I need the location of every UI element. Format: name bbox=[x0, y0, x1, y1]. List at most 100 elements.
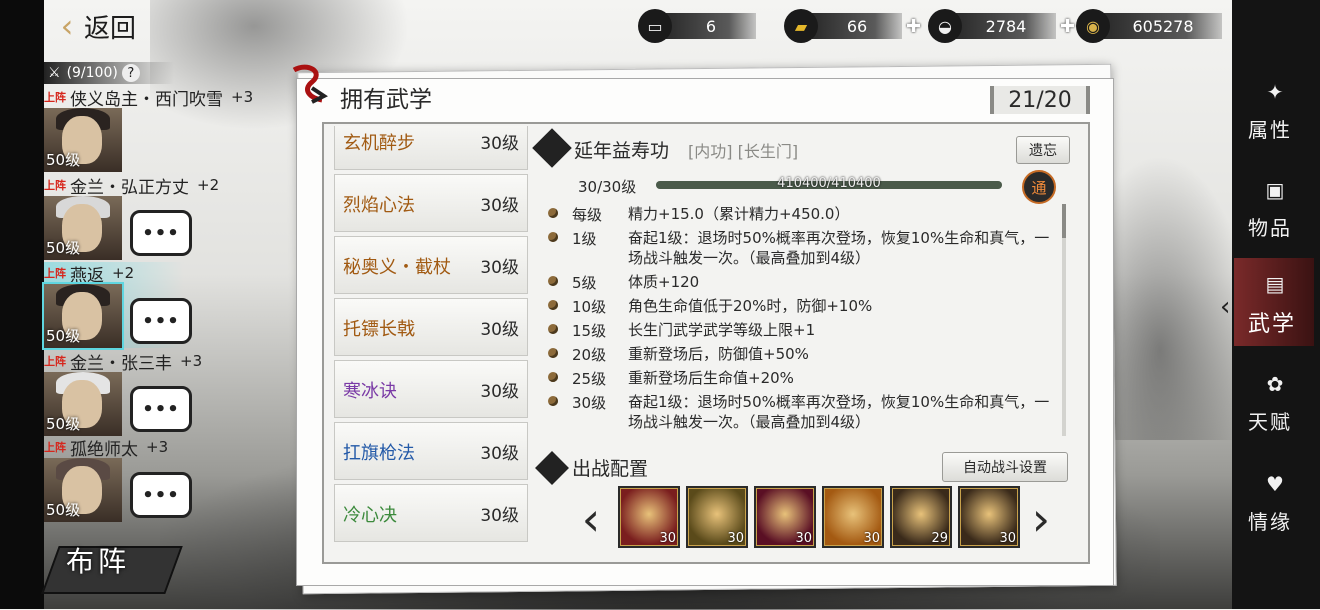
brush-swirl-icon bbox=[292, 64, 328, 104]
chevron-right-icon[interactable]: › bbox=[1030, 494, 1052, 544]
mastery-badge: 通 bbox=[1022, 170, 1056, 204]
branch-icon: ✿ bbox=[1266, 372, 1284, 396]
hero-name: 金兰・弘正方丈 bbox=[70, 177, 189, 198]
tab-martial-arts[interactable]: ▤ 武学 bbox=[1234, 258, 1314, 346]
chevron-left-icon[interactable]: ‹ bbox=[580, 494, 602, 544]
martial-art-item[interactable]: 寒冰诀 30级 bbox=[334, 360, 528, 418]
scroll-book-icon: ▤ bbox=[1265, 272, 1285, 296]
forget-button[interactable]: 遗忘 bbox=[1016, 136, 1070, 164]
resource-gold: ▰ 66 ✚ bbox=[784, 8, 926, 44]
detail-tags: [内功] [长生门] bbox=[688, 142, 799, 161]
hero-name: 燕返 bbox=[70, 265, 104, 286]
martial-art-level: 30级 bbox=[480, 506, 519, 526]
martial-art-item[interactable]: 玄机醉步 30级 bbox=[334, 126, 528, 170]
coin-icon: ◉ bbox=[1076, 9, 1110, 43]
martial-arts-list[interactable]: 玄机醉步 30级 烈焰心法 30级 秘奥义・截杖 30级 托镖长戟 30级 寒冰… bbox=[330, 126, 530, 556]
hero-card[interactable]: 上阵 金兰・张三丰 +3 50级 ••• bbox=[44, 350, 294, 436]
bullet-icon bbox=[548, 396, 558, 406]
tab-items[interactable]: ▣ 物品 bbox=[1234, 164, 1314, 252]
chat-bubble-icon[interactable]: ••• bbox=[130, 386, 192, 432]
tab-label: 物品 bbox=[1248, 216, 1292, 240]
hero-name: 侠义岛主・西门吹雪 bbox=[70, 89, 223, 110]
chat-bubble-icon[interactable]: ••• bbox=[130, 298, 192, 344]
hero-level: 50级 bbox=[46, 501, 81, 519]
martial-art-item[interactable]: 烈焰心法 30级 bbox=[334, 174, 528, 232]
hero-card[interactable]: 上阵 金兰・弘正方丈 +2 50级 ••• bbox=[44, 174, 294, 260]
tab-affection[interactable]: ♥ 情缘 bbox=[1234, 458, 1314, 546]
bonus-desc: 奋起1级：退场时50%概率再次登场，恢复10%生命和真气，一场战斗触发一次。（最… bbox=[628, 393, 1050, 431]
martial-art-level: 30级 bbox=[480, 444, 519, 464]
bonus-desc: 重新登场后生命值+20% bbox=[628, 369, 794, 387]
hero-plus: +3 bbox=[180, 352, 203, 370]
bonus-scrollbar[interactable] bbox=[1062, 204, 1066, 436]
bullet-icon bbox=[548, 300, 558, 310]
deployed-tag: 上阵 bbox=[44, 355, 66, 368]
level-bonus-list[interactable]: 每级 精力+15.0（累计精力+450.0） 1级 奋起1级：退场时50%概率再… bbox=[546, 204, 1056, 444]
formation-button[interactable]: 布阵 bbox=[41, 526, 183, 596]
panel-title: 拥有武学 bbox=[340, 87, 432, 113]
hero-card[interactable]: 上阵 孤绝师太 +3 50级 ••• bbox=[44, 436, 294, 522]
hero-level: 50级 bbox=[46, 151, 81, 169]
martial-art-item[interactable]: 冷心决 30级 bbox=[334, 484, 528, 542]
deployed-tag: 上阵 bbox=[44, 91, 66, 104]
martial-art-name: 秘奥义・截杖 bbox=[343, 257, 451, 278]
hero-level: 50级 bbox=[46, 327, 81, 345]
crimson-orb-skill-icon[interactable]: 30 bbox=[754, 486, 816, 548]
hero-name-row: 上阵 侠义岛主・西门吹雪 +3 bbox=[44, 86, 304, 110]
meditation-skill-icon[interactable]: 29 bbox=[890, 486, 952, 548]
hero-card-selected[interactable]: 上阵 燕返 +2 50级 ••• bbox=[44, 262, 294, 348]
martial-art-level: 30级 bbox=[480, 320, 519, 340]
chat-bubble-icon[interactable]: ••• bbox=[130, 472, 192, 518]
sword-icon: ⚔ bbox=[48, 65, 61, 81]
martial-art-item[interactable]: 扛旗枪法 30级 bbox=[334, 422, 528, 480]
chat-bubble-icon[interactable]: ••• bbox=[130, 210, 192, 256]
hero-name-row: 上阵 金兰・张三丰 +3 bbox=[44, 350, 304, 374]
martial-art-name: 冷心决 bbox=[343, 505, 397, 526]
help-icon[interactable]: ? bbox=[121, 64, 140, 82]
detail-title: 延年益寿功 bbox=[574, 140, 670, 162]
heart-knot-icon: ♥ bbox=[1266, 472, 1284, 496]
bonus-desc: 重新登场后，防御值+50% bbox=[628, 345, 809, 363]
bonus-level: 15级 bbox=[572, 322, 607, 340]
meditation-skill-icon[interactable]: 30 bbox=[958, 486, 1020, 548]
bonus-desc: 长生门武学武学等级上限+1 bbox=[628, 321, 816, 339]
tab-attributes[interactable]: ✦ 属性 bbox=[1234, 66, 1314, 154]
skill-level: 30 bbox=[727, 531, 744, 546]
martial-art-item[interactable]: 秘奥义・截杖 30级 bbox=[334, 236, 528, 294]
deployed-tag: 上阵 bbox=[44, 441, 66, 454]
flying-kick-skill-icon[interactable]: 30 bbox=[822, 486, 884, 548]
martial-art-level: 30级 bbox=[480, 134, 519, 154]
back-button[interactable]: ‹ 返回 bbox=[56, 6, 136, 46]
tab-label: 情缘 bbox=[1248, 510, 1292, 534]
table-icon: ▭ bbox=[638, 9, 672, 43]
martial-art-name: 烈焰心法 bbox=[343, 195, 415, 216]
bonus-desc: 奋起1级：退场时50%概率再次登场，恢复10%生命和真气，一场战斗触发一次。（最… bbox=[628, 229, 1050, 267]
hero-name-row: 上阵 孤绝师太 +3 bbox=[44, 436, 304, 460]
back-label: 返回 bbox=[84, 13, 137, 44]
hero-level: 50级 bbox=[46, 415, 81, 433]
hero-name-row: 上阵 金兰・弘正方丈 +2 bbox=[44, 174, 304, 198]
martial-art-name: 扛旗枪法 bbox=[343, 443, 415, 464]
roster-header: ⚔ (9/100) ? bbox=[44, 62, 174, 84]
bonus-desc: 精力+15.0（累计精力+450.0） bbox=[628, 205, 850, 223]
hero-card[interactable]: 上阵 侠义岛主・西门吹雪 +3 50级 bbox=[44, 86, 294, 172]
roster-capacity: (9/100) bbox=[66, 65, 118, 81]
gold-bar-icon: ▰ bbox=[784, 9, 818, 43]
martial-arts-count: 21/20 bbox=[990, 86, 1090, 114]
tab-label: 武学 bbox=[1248, 312, 1297, 337]
blade-slash-skill-icon[interactable]: 30 bbox=[618, 486, 680, 548]
deployed-tag: 上阵 bbox=[44, 179, 66, 192]
resource-table: ▭ 6 bbox=[638, 8, 756, 44]
hero-level: 50级 bbox=[46, 239, 81, 257]
crossed-swords-icon bbox=[535, 451, 569, 485]
deployed-tag: 上阵 bbox=[44, 267, 66, 280]
bonus-level: 25级 bbox=[572, 370, 607, 388]
golden-claw-skill-icon[interactable]: 30 bbox=[686, 486, 748, 548]
scrollbar-thumb[interactable] bbox=[1062, 204, 1066, 238]
skill-level: 30 bbox=[999, 531, 1016, 546]
auto-battle-settings-button[interactable]: 自动战斗设置 bbox=[942, 452, 1068, 482]
bonus-level: 10级 bbox=[572, 298, 607, 316]
add-gold-button[interactable]: ✚ bbox=[906, 16, 926, 37]
tab-talents[interactable]: ✿ 天赋 bbox=[1234, 358, 1314, 446]
martial-art-item[interactable]: 托镖长戟 30级 bbox=[334, 298, 528, 356]
